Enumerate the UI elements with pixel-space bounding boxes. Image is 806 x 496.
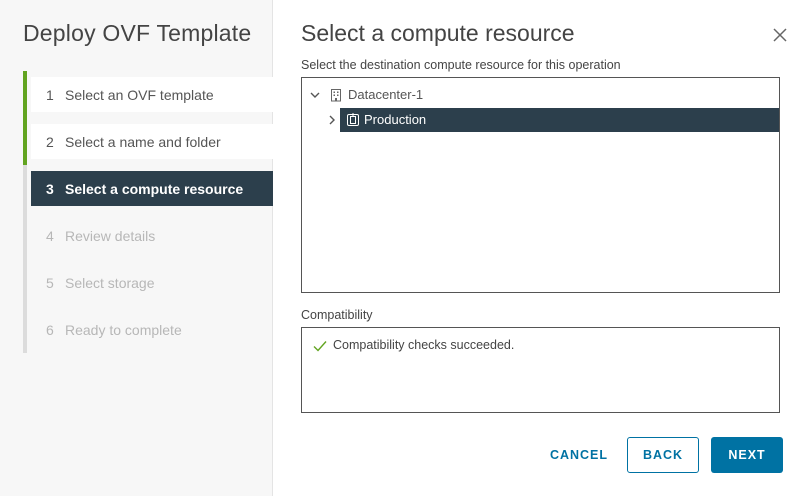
wizard-steps: 1 Select an OVF template 2 Select a name… bbox=[23, 71, 273, 353]
step-progress-bar bbox=[23, 259, 27, 306]
wizard-main-panel: Select a compute resource Select the des… bbox=[274, 0, 806, 496]
step-review-details: 4 Review details bbox=[23, 212, 273, 259]
step-card[interactable]: 2 Select a name and folder bbox=[31, 124, 273, 159]
step-ready-to-complete: 6 Ready to complete bbox=[23, 306, 273, 353]
step-progress-bar bbox=[23, 306, 27, 353]
step-label: Ready to complete bbox=[65, 321, 182, 338]
step-progress-bar bbox=[23, 118, 27, 165]
step-select-storage: 5 Select storage bbox=[23, 259, 273, 306]
close-icon[interactable] bbox=[772, 27, 788, 43]
step-number: 1 bbox=[46, 86, 54, 103]
cancel-button[interactable]: CANCEL bbox=[543, 437, 615, 473]
wizard-sidebar: Deploy OVF Template 1 Select an OVF temp… bbox=[0, 0, 273, 496]
step-card[interactable]: 3 Select a compute resource bbox=[31, 171, 273, 206]
wizard-title: Deploy OVF Template bbox=[23, 20, 252, 46]
step-number: 4 bbox=[46, 227, 54, 244]
tree-node-label: Production bbox=[364, 112, 427, 127]
step-number: 2 bbox=[46, 133, 54, 150]
step-label: Review details bbox=[65, 227, 156, 244]
chevron-right-icon[interactable] bbox=[326, 114, 338, 126]
page-subtitle: Select the destination compute resource … bbox=[301, 58, 621, 72]
tree-node-production[interactable]: Production bbox=[302, 108, 779, 132]
step-number: 6 bbox=[46, 321, 54, 338]
chevron-down-icon[interactable] bbox=[309, 89, 321, 101]
step-number: 5 bbox=[46, 274, 54, 291]
tree-node-label: Datacenter-1 bbox=[348, 87, 424, 102]
cluster-icon bbox=[347, 113, 359, 126]
step-label: Select storage bbox=[65, 274, 155, 291]
step-card: 4 Review details bbox=[31, 218, 273, 253]
compatibility-message: Compatibility checks succeeded. bbox=[333, 338, 515, 352]
tree-node-datacenter[interactable]: Datacenter-1 bbox=[302, 83, 779, 107]
page-title: Select a compute resource bbox=[301, 20, 575, 46]
step-select-ovf-template[interactable]: 1 Select an OVF template bbox=[23, 71, 273, 118]
compatibility-label: Compatibility bbox=[301, 308, 373, 322]
step-card: 5 Select storage bbox=[31, 265, 273, 300]
compatibility-panel: Compatibility checks succeeded. bbox=[301, 327, 780, 413]
step-card[interactable]: 1 Select an OVF template bbox=[31, 77, 273, 112]
step-select-name-folder[interactable]: 2 Select a name and folder bbox=[23, 118, 273, 165]
step-label: Select a compute resource bbox=[65, 180, 244, 197]
step-progress-bar bbox=[23, 212, 27, 259]
step-select-compute-resource[interactable]: 3 Select a compute resource bbox=[23, 165, 273, 212]
step-progress-bar bbox=[23, 165, 27, 212]
step-progress-bar bbox=[23, 71, 27, 118]
step-number: 3 bbox=[46, 180, 54, 197]
step-label: Select a name and folder bbox=[65, 133, 221, 150]
back-button[interactable]: BACK bbox=[627, 437, 699, 473]
step-card: 6 Ready to complete bbox=[31, 312, 273, 347]
check-icon bbox=[313, 341, 327, 352]
compute-resource-tree[interactable]: Datacenter-1 Production bbox=[301, 77, 780, 293]
step-label: Select an OVF template bbox=[65, 86, 214, 103]
datacenter-icon bbox=[331, 89, 341, 102]
next-button[interactable]: NEXT bbox=[711, 437, 783, 473]
